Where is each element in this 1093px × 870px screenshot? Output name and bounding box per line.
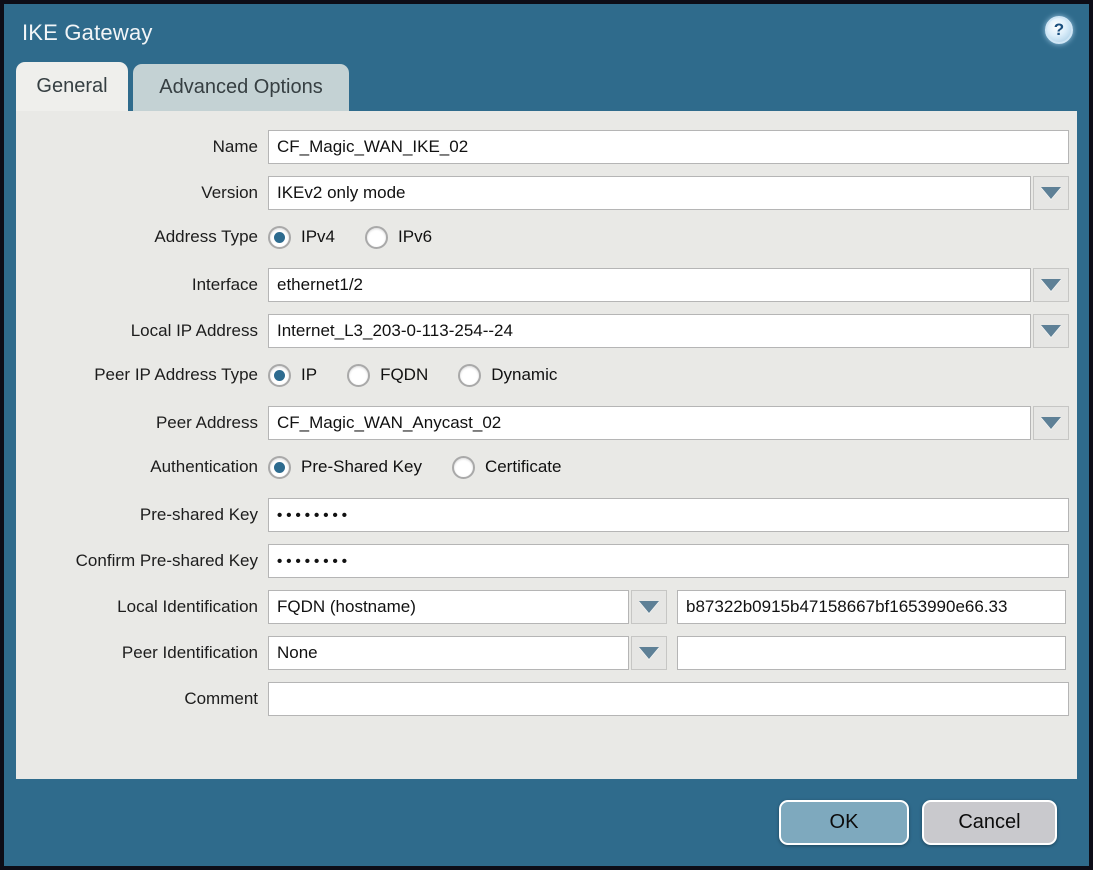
peer-address-dropdown-button[interactable]: [1033, 406, 1069, 440]
chevron-down-icon: [1041, 325, 1061, 337]
radio-fqdn[interactable]: FQDN: [347, 364, 428, 387]
chevron-down-icon: [1041, 417, 1061, 429]
authentication-radio-group: Pre-Shared Key Certificate: [268, 456, 591, 479]
peer-identification-dropdown-button[interactable]: [631, 636, 667, 670]
ok-button[interactable]: OK: [779, 800, 909, 845]
interface-label: Interface: [16, 275, 268, 295]
preshared-key-label: Pre-shared Key: [16, 505, 268, 525]
local-ip-value[interactable]: Internet_L3_203-0-113-254--24: [268, 314, 1031, 348]
peer-address-dropdown[interactable]: CF_Magic_WAN_Anycast_02: [268, 406, 1069, 440]
version-value[interactable]: IKEv2 only mode: [268, 176, 1031, 210]
version-dropdown[interactable]: IKEv2 only mode: [268, 176, 1069, 210]
version-dropdown-button[interactable]: [1033, 176, 1069, 210]
peer-identification-row: Peer Identification None: [16, 636, 1077, 670]
radio-dynamic[interactable]: Dynamic: [458, 364, 557, 387]
local-ip-dropdown-button[interactable]: [1033, 314, 1069, 348]
peer-ip-type-label: Peer IP Address Type: [16, 365, 268, 385]
dialog-titlebar: IKE Gateway ?: [4, 4, 1089, 62]
radio-certificate-label: Certificate: [485, 457, 562, 477]
radio-circle: [452, 456, 475, 479]
local-ip-label: Local IP Address: [16, 321, 268, 341]
radio-circle: [268, 226, 291, 249]
interface-dropdown-button[interactable]: [1033, 268, 1069, 302]
radio-pre-shared-key[interactable]: Pre-Shared Key: [268, 456, 422, 479]
comment-input[interactable]: [268, 682, 1069, 716]
interface-dropdown[interactable]: ethernet1/2: [268, 268, 1069, 302]
local-identification-label: Local Identification: [16, 597, 268, 617]
radio-ip[interactable]: IP: [268, 364, 317, 387]
name-input[interactable]: [268, 130, 1069, 164]
address-type-radio-group: IPv4 IPv6: [268, 226, 462, 249]
radio-circle: [365, 226, 388, 249]
peer-identification-type-dropdown[interactable]: None: [268, 636, 667, 670]
radio-fqdn-label: FQDN: [380, 365, 428, 385]
interface-value[interactable]: ethernet1/2: [268, 268, 1031, 302]
radio-circle: [268, 364, 291, 387]
interface-row: Interface ethernet1/2: [16, 268, 1077, 302]
peer-address-row: Peer Address CF_Magic_WAN_Anycast_02: [16, 406, 1077, 440]
local-identification-type-dropdown[interactable]: FQDN (hostname): [268, 590, 667, 624]
preshared-key-input[interactable]: [268, 498, 1069, 532]
radio-ipv6[interactable]: IPv6: [365, 226, 432, 249]
radio-dot: [274, 232, 285, 243]
chevron-down-icon: [1041, 279, 1061, 291]
authentication-label: Authentication: [16, 457, 268, 477]
tab-general[interactable]: General: [16, 62, 128, 111]
name-row: Name: [16, 130, 1077, 164]
address-type-label: Address Type: [16, 227, 268, 247]
radio-dot: [274, 462, 285, 473]
ike-gateway-dialog: IKE Gateway ? General Advanced Options N…: [0, 0, 1093, 870]
confirm-preshared-key-label: Confirm Pre-shared Key: [16, 551, 268, 571]
general-tab-panel: Name Version IKEv2 only mode Address Typ…: [16, 111, 1077, 779]
local-identification-dropdown-button[interactable]: [631, 590, 667, 624]
chevron-down-icon: [1041, 187, 1061, 199]
radio-psk-label: Pre-Shared Key: [301, 457, 422, 477]
peer-identification-type-value[interactable]: None: [268, 636, 629, 670]
radio-ipv4-label: IPv4: [301, 227, 335, 247]
peer-ip-type-radio-group: IP FQDN Dynamic: [268, 364, 587, 387]
radio-circle: [347, 364, 370, 387]
peer-identification-label: Peer Identification: [16, 643, 268, 663]
peer-ip-type-row: Peer IP Address Type IP FQDN Dynamic: [16, 360, 1077, 390]
local-identification-value-input[interactable]: [677, 590, 1066, 624]
version-label: Version: [16, 183, 268, 203]
authentication-row: Authentication Pre-Shared Key Certificat…: [16, 452, 1077, 482]
chevron-down-icon: [639, 647, 659, 659]
address-type-row: Address Type IPv4 IPv6: [16, 222, 1077, 252]
peer-identification-value-input[interactable]: [677, 636, 1066, 670]
comment-row: Comment: [16, 682, 1077, 716]
confirm-preshared-key-input[interactable]: [268, 544, 1069, 578]
peer-address-value[interactable]: CF_Magic_WAN_Anycast_02: [268, 406, 1031, 440]
confirm-preshared-key-row: Confirm Pre-shared Key: [16, 544, 1077, 578]
radio-certificate[interactable]: Certificate: [452, 456, 562, 479]
radio-ipv4[interactable]: IPv4: [268, 226, 335, 249]
comment-label: Comment: [16, 689, 268, 709]
version-row: Version IKEv2 only mode: [16, 176, 1077, 210]
peer-address-label: Peer Address: [16, 413, 268, 433]
radio-dot: [274, 370, 285, 381]
help-icon[interactable]: ?: [1045, 16, 1073, 44]
preshared-key-row: Pre-shared Key: [16, 498, 1077, 532]
dialog-footer: OK Cancel: [4, 779, 1089, 866]
radio-dynamic-label: Dynamic: [491, 365, 557, 385]
tab-advanced-options[interactable]: Advanced Options: [133, 64, 349, 111]
dialog-title: IKE Gateway: [22, 20, 153, 46]
local-identification-type-value[interactable]: FQDN (hostname): [268, 590, 629, 624]
radio-circle: [268, 456, 291, 479]
local-ip-dropdown[interactable]: Internet_L3_203-0-113-254--24: [268, 314, 1069, 348]
chevron-down-icon: [639, 601, 659, 613]
name-label: Name: [16, 137, 268, 157]
tab-bar: General Advanced Options: [4, 62, 1089, 111]
radio-ipv6-label: IPv6: [398, 227, 432, 247]
cancel-button[interactable]: Cancel: [922, 800, 1057, 845]
radio-circle: [458, 364, 481, 387]
radio-ip-label: IP: [301, 365, 317, 385]
local-ip-row: Local IP Address Internet_L3_203-0-113-2…: [16, 314, 1077, 348]
local-identification-row: Local Identification FQDN (hostname): [16, 590, 1077, 624]
